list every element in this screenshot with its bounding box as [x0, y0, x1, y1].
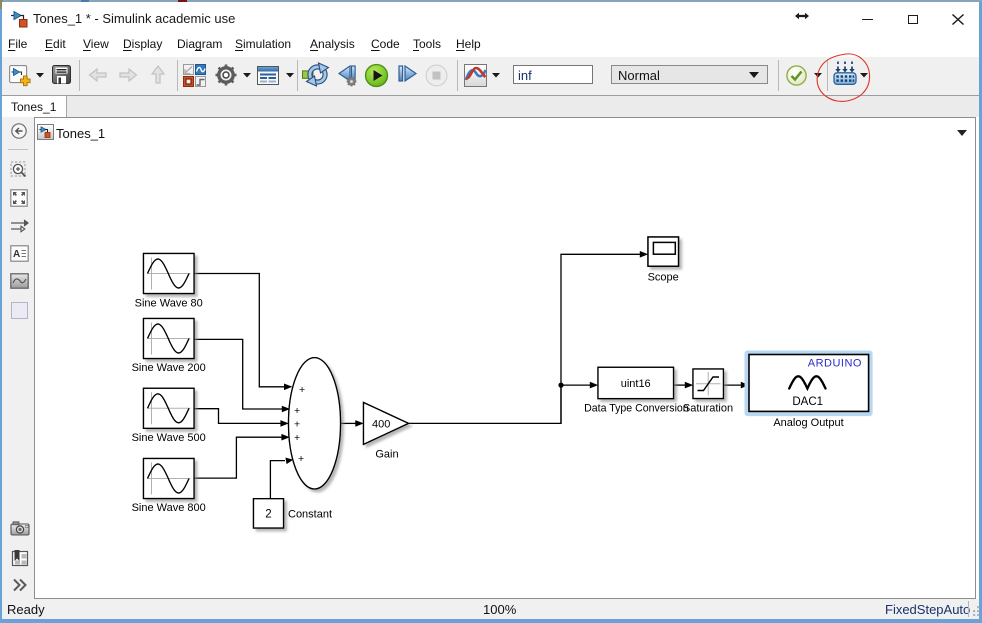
svg-text:uint16: uint16 — [621, 378, 651, 390]
svg-text:400: 400 — [372, 419, 390, 431]
svg-text:+: + — [294, 419, 300, 431]
svg-text:DAC1: DAC1 — [792, 396, 823, 408]
svg-text:A: A — [13, 249, 20, 260]
svg-text:ARDUINO: ARDUINO — [808, 358, 862, 370]
svg-text:Data Type Conversion: Data Type Conversion — [584, 403, 689, 415]
svg-text:2: 2 — [265, 509, 271, 521]
svg-text:+: + — [294, 405, 300, 417]
svg-text:Sine Wave 80: Sine Wave 80 — [135, 298, 203, 310]
svg-text:Sine Wave 500: Sine Wave 500 — [132, 432, 206, 444]
svg-text:+: + — [294, 432, 300, 444]
svg-text:Constant: Constant — [288, 509, 332, 521]
svg-text:Saturation: Saturation — [683, 403, 733, 415]
svg-text:Gain: Gain — [375, 449, 398, 461]
svg-text:Sine Wave 800: Sine Wave 800 — [132, 502, 206, 514]
svg-text:+: + — [299, 384, 305, 396]
svg-text:Scope: Scope — [648, 272, 679, 284]
svg-text:+: + — [298, 453, 304, 465]
svg-text:Sine Wave 200: Sine Wave 200 — [132, 362, 206, 374]
svg-text:Analog Output: Analog Output — [773, 417, 843, 429]
